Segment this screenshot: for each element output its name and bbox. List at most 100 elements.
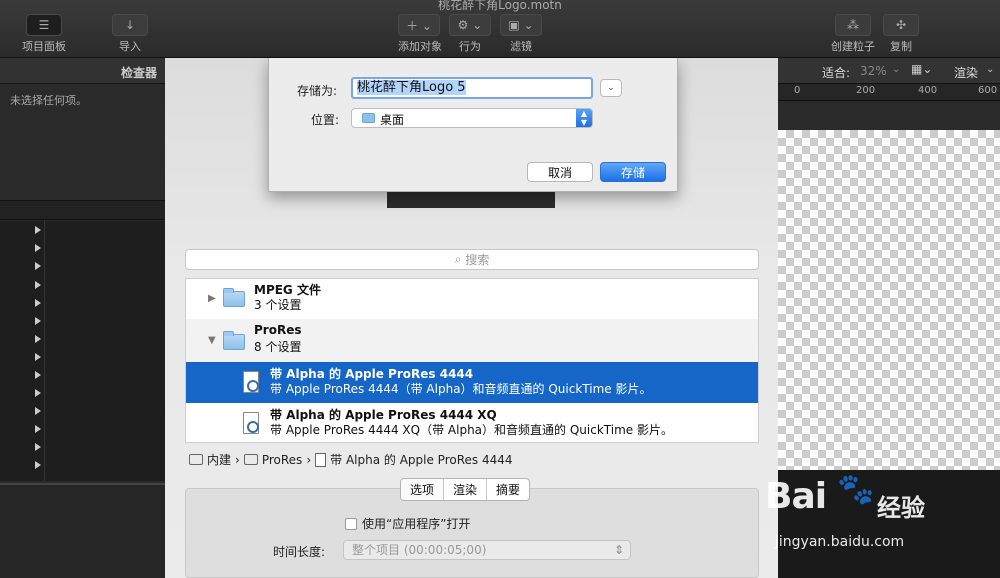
document-icon	[315, 452, 327, 467]
group-title: ProRes	[254, 323, 302, 337]
list-item[interactable]: ▶ MPEG 文件 3 个设置	[186, 279, 758, 319]
preset-description: 带 Apple ProRes 4444（带 Alpha）和音频直通的 Quick…	[270, 382, 652, 396]
list-item-selected[interactable]: 带 Alpha 的 Apple ProRes 4444 带 Apple ProR…	[186, 362, 758, 403]
disclosure-triangle-icon[interactable]	[35, 461, 41, 469]
disclosure-triangle-icon[interactable]	[35, 353, 41, 361]
baidu-watermark: Bai 🐾 经验 jingyan.baidu.com	[765, 468, 995, 578]
tab-render[interactable]: 渲染	[444, 479, 488, 500]
disclosure-triangle-icon[interactable]	[35, 407, 41, 415]
quicktime-document-icon	[243, 371, 259, 393]
open-with-app-checkbox[interactable]: 使用“应用程序”打开	[345, 515, 470, 532]
chevron-down-icon[interactable]: ⌄	[986, 64, 994, 75]
quicktime-document-icon	[243, 412, 259, 434]
list-item[interactable]: 带 Alpha 的 Apple ProRes 4444 XQ 带 Apple P…	[186, 403, 758, 442]
disclosure-triangle-icon[interactable]	[35, 299, 41, 307]
inspector-panel: 检查器 未选择任何项。	[0, 58, 165, 578]
list-item[interactable]: ▼ ProRes 8 个设置	[186, 319, 758, 362]
make-particles-button[interactable]: ⁂	[835, 14, 871, 36]
ruler-tick: 600	[978, 85, 998, 96]
project-panel-label: 项目面板	[22, 40, 66, 53]
zoom-value[interactable]: 32%	[860, 64, 887, 78]
disclosure-triangle-icon[interactable]	[35, 226, 41, 234]
save-dialog: 存储为: 桃花醉下角Logo 5 ⌄ 位置: 桌面 ▲ ▼ 取消 存储	[268, 58, 678, 192]
add-object-button[interactable]: ＋ ⌄	[398, 14, 440, 36]
layers-tree	[0, 221, 165, 481]
breadcrumb-item[interactable]: 内建	[207, 451, 231, 468]
disclosure-triangle-icon[interactable]	[35, 262, 41, 270]
inspector-header: 检查器	[0, 58, 165, 84]
filename-text: 桃花醉下角Logo 5	[357, 80, 466, 95]
render-menu[interactable]: 渲染	[954, 64, 978, 81]
updown-arrows-icon: ▲ ▼	[576, 109, 592, 127]
main-toolbar: 桃花醉下角Logo.motn ☰ 项目面板 ↓ 导入 ＋ ⌄ 添加对象 ⚙ ⌄ …	[0, 0, 1000, 58]
save-as-label: 存储为:	[297, 84, 338, 98]
ruler-tick: 400	[918, 85, 938, 96]
search-placeholder: 搜索	[465, 253, 490, 267]
location-select[interactable]: 桌面 ▲ ▼	[351, 108, 593, 128]
preset-description: 带 Apple ProRes 4444 XQ（带 Alpha）和音频直通的 Qu…	[270, 423, 673, 437]
panel-divider	[0, 200, 165, 220]
folder-icon	[189, 454, 203, 465]
expand-dialog-button[interactable]: ⌄	[600, 79, 622, 97]
updown-arrows-icon: ⇕	[613, 543, 624, 557]
disclosure-triangle-icon[interactable]	[35, 335, 41, 343]
plus-icon: ＋ ⌄	[406, 18, 432, 33]
chevron-down-icon[interactable]: ⌄	[892, 64, 900, 75]
search-field[interactable]: ⌕ 搜索	[185, 249, 759, 270]
import-label: 导入	[119, 40, 141, 53]
search-icon: ⌕	[454, 252, 462, 266]
chevron-right-icon: ›	[235, 452, 240, 467]
gear-icon: ⚙ ⌄	[457, 18, 483, 32]
folder-icon	[223, 331, 245, 350]
make-particles-label: 创建粒子	[831, 40, 875, 53]
filter-icon: ▣ ⌄	[508, 18, 534, 32]
import-button[interactable]: ↓	[112, 14, 148, 36]
watermark-brand-cn: 经验	[877, 494, 925, 522]
checkbox-box[interactable]	[345, 517, 357, 530]
preset-list: ▶ MPEG 文件 3 个设置 ▼ ProRes 8 个设置 带 Alpha 的…	[185, 278, 759, 443]
duration-select[interactable]: 整个项目 (00:00:05;00) ⇕	[343, 540, 631, 560]
viewer-bar: 适合: 32% ⌄ ▦⌄ 渲染 ⌄	[778, 58, 1000, 84]
disclosure-triangle-icon[interactable]	[35, 389, 41, 397]
checkbox-label: 使用“应用程序”打开	[362, 517, 471, 531]
disclosure-triangle-icon[interactable]	[35, 443, 41, 451]
chevron-right-icon: ›	[306, 452, 312, 467]
breadcrumb-item[interactable]: 带 Alpha 的 Apple ProRes 4444	[330, 451, 512, 468]
list-icon: ☰	[38, 18, 50, 32]
options-panel	[185, 488, 759, 578]
disclosure-triangle-icon[interactable]	[35, 244, 41, 252]
disclosure-down-icon[interactable]: ▼	[208, 335, 216, 346]
breadcrumb: 内建 › ProRes › 带 Alpha 的 Apple ProRes 444…	[189, 451, 513, 468]
disclosure-triangle-icon[interactable]	[35, 281, 41, 289]
duration-value: 整个项目 (00:00:05;00)	[352, 543, 487, 557]
tab-options[interactable]: 选项	[401, 479, 445, 500]
save-button[interactable]: 存储	[600, 162, 666, 182]
project-panel-button[interactable]: ☰	[26, 14, 62, 36]
replicate-label: 复制	[890, 40, 912, 53]
location-label: 位置:	[311, 113, 340, 127]
disclosure-triangle-icon[interactable]	[35, 317, 41, 325]
duration-label: 时间长度:	[273, 545, 326, 559]
folder-icon	[362, 113, 375, 123]
folder-icon	[243, 454, 258, 465]
add-object-label: 添加对象	[398, 40, 442, 53]
breadcrumb-item[interactable]: ProRes	[262, 453, 302, 467]
filters-button[interactable]: ▣ ⌄	[500, 14, 542, 36]
particles-icon: ⁂	[847, 18, 859, 32]
cancel-button[interactable]: 取消	[527, 162, 593, 182]
fit-label: 适合:	[822, 66, 851, 80]
filters-label: 滤镜	[510, 40, 532, 53]
tab-summary[interactable]: 摘要	[487, 479, 529, 500]
filename-input[interactable]: 桃花醉下角Logo 5	[351, 77, 593, 99]
disclosure-triangle-icon[interactable]	[35, 425, 41, 433]
disclosure-right-icon[interactable]: ▶	[208, 293, 216, 304]
channels-icon[interactable]: ▦⌄	[911, 62, 932, 76]
disclosure-triangle-icon[interactable]	[35, 371, 41, 379]
inspector-title: 检查器	[120, 66, 157, 80]
behaviors-button[interactable]: ⚙ ⌄	[449, 14, 491, 36]
group-count: 3 个设置	[254, 298, 302, 312]
paw-icon: 🐾	[837, 472, 875, 507]
tab-bar: 选项 渲染 摘要	[400, 478, 531, 501]
ruler-tick: 0	[794, 85, 801, 96]
replicate-button[interactable]: ✣	[883, 14, 919, 36]
